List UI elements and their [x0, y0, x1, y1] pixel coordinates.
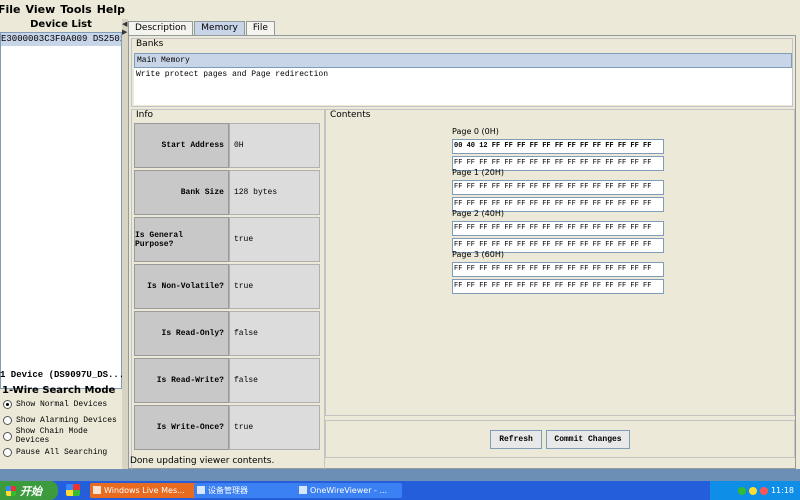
info-key: Start Address: [134, 123, 229, 168]
menu-file[interactable]: File: [0, 3, 26, 16]
info-value: true: [228, 217, 320, 262]
start-button[interactable]: 开始: [0, 481, 58, 500]
system-tray: 11:18: [710, 481, 800, 500]
radio-button-selected[interactable]: [3, 399, 12, 409]
menu-help[interactable]: Help: [97, 3, 130, 16]
device-count-status: 1 Device (DS9097U_DS...: [0, 370, 122, 380]
radio-label: Show Normal Devices: [16, 399, 108, 409]
tray-icon[interactable]: [737, 486, 746, 495]
info-key: Is Non-Volatile?: [134, 264, 229, 309]
device-list-title: Device List: [30, 19, 92, 30]
device-list-item[interactable]: E3000003C3F0A009 DS2502: [1, 33, 121, 46]
info-key: Is General Purpose?: [134, 217, 229, 262]
radio-show-normal[interactable]: Show Normal Devices: [3, 396, 122, 412]
hex-field[interactable]: 00 40 12 FF FF FF FF FF FF FF FF FF FF F…: [452, 139, 664, 154]
page-title: Page 1 (20H): [452, 168, 504, 177]
start-label: 开始: [20, 484, 42, 498]
info-label: Info: [136, 110, 154, 120]
page-title: Page 3 (60H): [452, 250, 504, 259]
radio-button[interactable]: [3, 415, 12, 425]
menu-tools[interactable]: Tools: [60, 3, 96, 16]
banks-label: Banks: [136, 39, 164, 49]
memory-page: Page 3 (60H) FF FF FF FF FF FF FF FF FF …: [452, 250, 664, 296]
info-row: Is General Purpose? true: [134, 217, 320, 262]
tab-bar: Description Memory File: [128, 21, 276, 35]
task-windows-live[interactable]: Windows Live Mes...: [90, 483, 200, 498]
radio-show-alarming[interactable]: Show Alarming Devices: [3, 412, 122, 428]
refresh-button[interactable]: Refresh: [490, 430, 542, 449]
device-list[interactable]: E3000003C3F0A009 DS2502: [0, 32, 122, 389]
tab-description[interactable]: Description: [128, 21, 194, 35]
menu-bar: File View Tools Help: [0, 0, 800, 19]
radio-button[interactable]: [3, 431, 12, 441]
clock[interactable]: 11:18: [771, 486, 794, 495]
memory-panel: Banks Main Memory Write protect pages an…: [128, 35, 796, 487]
status-bar: Done updating viewer contents.: [130, 456, 275, 466]
info-value: 0H: [228, 123, 320, 168]
page-title: Page 0 (0H): [452, 127, 499, 136]
contents-group: Contents Page 0 (0H) 00 40 12 FF FF FF F…: [325, 109, 795, 416]
taskbar: 开始 Windows Live Mes... 设备管理器 OneWireView…: [0, 481, 800, 500]
radio-label: Show Alarming Devices: [16, 415, 117, 425]
radio-pause-searching[interactable]: Pause All Searching: [3, 444, 122, 460]
task-device-manager[interactable]: 设备管理器: [194, 483, 304, 498]
info-value: true: [228, 264, 320, 309]
expand-right-icon[interactable]: ▶: [122, 29, 127, 36]
tray-icon[interactable]: [759, 486, 768, 495]
hex-field[interactable]: FF FF FF FF FF FF FF FF FF FF FF FF FF F…: [452, 279, 664, 294]
info-key: Is Read-Only?: [134, 311, 229, 356]
memory-page: Page 2 (40H) FF FF FF FF FF FF FF FF FF …: [452, 209, 664, 255]
info-group: Info Start Address 0H Bank Size 128 byte…: [131, 109, 325, 487]
info-value: true: [228, 405, 320, 450]
info-row: Is Write-Once? true: [134, 405, 320, 450]
tab-memory[interactable]: Memory: [194, 21, 245, 35]
radio-button[interactable]: [3, 447, 12, 457]
hex-field[interactable]: FF FF FF FF FF FF FF FF FF FF FF FF FF F…: [452, 180, 664, 195]
tab-file[interactable]: File: [245, 21, 275, 35]
windows-logo-icon: [6, 485, 16, 496]
radio-label: Pause All Searching: [16, 447, 108, 457]
contents-label: Contents: [330, 110, 371, 120]
info-row: Start Address 0H: [134, 123, 320, 168]
memory-page: Page 1 (20H) FF FF FF FF FF FF FF FF FF …: [452, 168, 664, 214]
info-key: Is Read-Write?: [134, 358, 229, 403]
info-row: Bank Size 128 bytes: [134, 170, 320, 215]
tray-icon[interactable]: [748, 486, 757, 495]
radio-label: Show Chain Mode Devices: [15, 427, 88, 445]
info-row: Is Read-Only? false: [134, 311, 320, 356]
quick-launch-icon[interactable]: [66, 484, 80, 496]
banks-group: Banks Main Memory Write protect pages an…: [131, 38, 793, 107]
info-key: Bank Size: [134, 170, 229, 215]
radio-show-chain[interactable]: Show Chain Mode Devices: [3, 427, 122, 445]
search-mode-group: 1-Wire Search Mode Show Normal Devices S…: [0, 385, 122, 480]
left-panel: Device List E3000003C3F0A009 DS2502 1 De…: [0, 19, 122, 469]
bank-item-main-memory[interactable]: Main Memory: [134, 53, 792, 68]
page-title: Page 2 (40H): [452, 209, 504, 218]
info-table: Start Address 0H Bank Size 128 bytes Is …: [134, 123, 320, 452]
memory-page: Page 0 (0H) 00 40 12 FF FF FF FF FF FF F…: [452, 127, 664, 173]
info-value: 128 bytes: [228, 170, 320, 215]
commit-changes-button[interactable]: Commit Changes: [546, 430, 630, 449]
hex-field[interactable]: FF FF FF FF FF FF FF FF FF FF FF FF FF F…: [452, 221, 664, 236]
search-mode-title: 1-Wire Search Mode: [2, 385, 116, 396]
info-key: Is Write-Once?: [134, 405, 229, 450]
collapse-left-icon[interactable]: ◀: [122, 21, 127, 28]
info-value: false: [228, 311, 320, 356]
hex-field[interactable]: FF FF FF FF FF FF FF FF FF FF FF FF FF F…: [452, 262, 664, 277]
desktop-strip: [0, 469, 800, 481]
menu-view[interactable]: View: [26, 3, 61, 16]
task-onewireviewer[interactable]: OneWireViewer - ...: [296, 483, 402, 498]
button-bar: Refresh Commit Changes: [325, 420, 795, 458]
banks-list[interactable]: Main Memory Write protect pages and Page…: [134, 53, 792, 105]
info-value: false: [228, 358, 320, 403]
info-row: Is Non-Volatile? true: [134, 264, 320, 309]
info-row: Is Read-Write? false: [134, 358, 320, 403]
bank-item-write-protect[interactable]: Write protect pages and Page redirection: [134, 68, 792, 81]
